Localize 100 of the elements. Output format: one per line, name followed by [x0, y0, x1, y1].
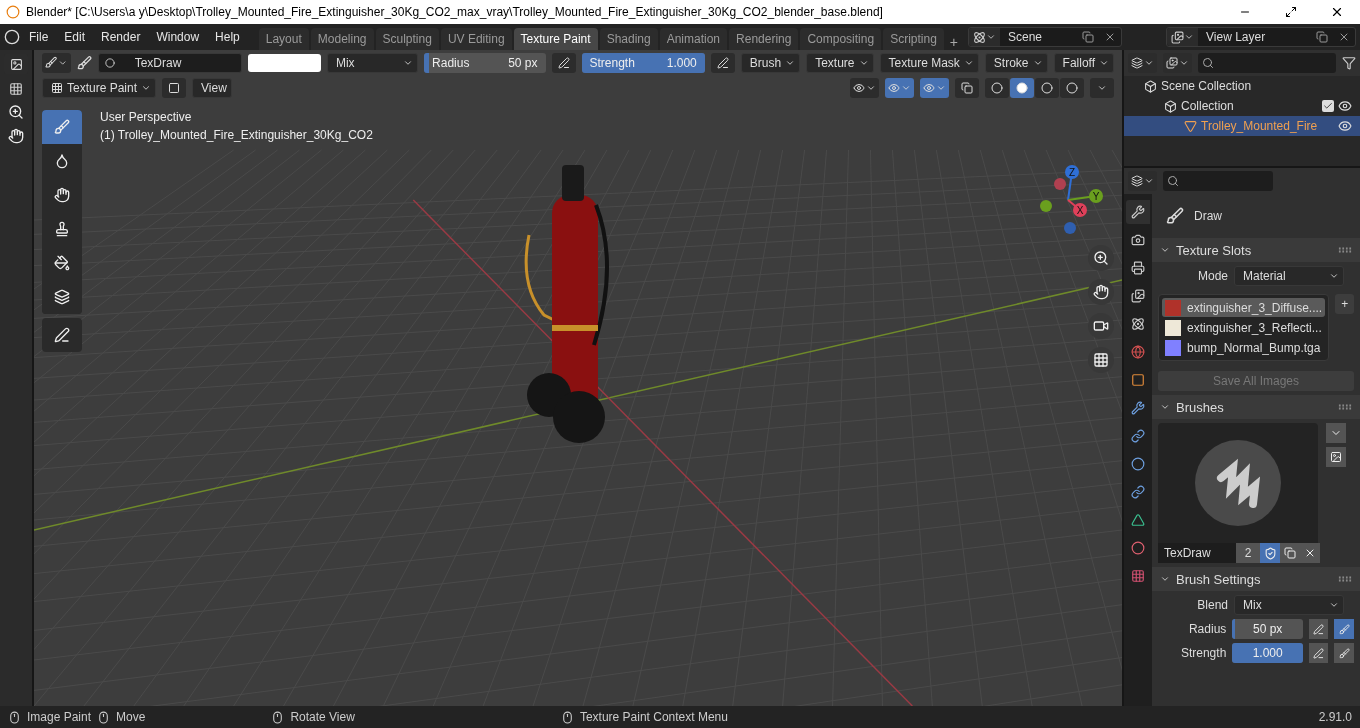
brush-name-field[interactable]: TexDraw — [1158, 543, 1236, 563]
checker-icon[interactable] — [9, 82, 23, 96]
expand-button[interactable] — [1326, 423, 1346, 443]
include-checkbox[interactable] — [1322, 100, 1334, 112]
brush-name-field[interactable]: TexDraw — [97, 52, 242, 73]
camera-view-button[interactable] — [1088, 313, 1114, 339]
menu-item[interactable]: Edit — [57, 30, 93, 44]
view-layer-selector[interactable]: View Layer — [1166, 27, 1356, 47]
mask-toggle-button[interactable] — [162, 77, 186, 98]
unlink-button[interactable] — [1300, 543, 1320, 563]
zoom-button[interactable] — [1088, 245, 1114, 271]
slider-field[interactable]: Strength 1.000 — [581, 52, 705, 73]
unified-setting-button[interactable] — [1334, 619, 1354, 639]
add-workspace-button[interactable]: + — [945, 34, 962, 50]
workspace-tab[interactable]: Animation — [659, 28, 728, 50]
workspace-tab[interactable]: Rendering — [729, 28, 799, 50]
workspace-tab[interactable]: Shading — [599, 28, 658, 50]
shading-mode-button[interactable] — [1035, 77, 1059, 98]
pressure-button[interactable] — [551, 52, 576, 73]
texture-slot[interactable]: extinguisher_3_Reflecti... — [1162, 318, 1326, 337]
add-slot-button[interactable]: + — [1335, 294, 1355, 314]
zoom-icon[interactable] — [8, 104, 24, 120]
panel-header[interactable]: Texture Slots — [1152, 238, 1360, 262]
filter-icon[interactable] — [1342, 56, 1356, 70]
blend-dropdown[interactable]: Mix — [326, 52, 419, 73]
eye-icon — [888, 81, 900, 94]
workspace-tab[interactable]: Sculpting — [375, 28, 439, 50]
color-swatch[interactable] — [247, 53, 321, 72]
editor-type-button[interactable] — [42, 52, 71, 73]
workspace-tab[interactable]: Layout — [258, 28, 309, 50]
unified-setting-button[interactable] — [1334, 643, 1354, 663]
image-button[interactable] — [1326, 447, 1346, 467]
menu-item[interactable]: Window — [149, 30, 207, 44]
header-menu[interactable]: Falloff — [1053, 52, 1114, 73]
status-hint: Texture Paint Context Menu — [579, 710, 728, 724]
pan-hand-icon[interactable] — [8, 128, 24, 144]
search-field[interactable] — [1198, 53, 1336, 73]
shading-mode-button[interactable] — [985, 77, 1009, 98]
xray-button[interactable] — [955, 77, 979, 98]
menu-item[interactable]: Help — [208, 30, 247, 44]
workspace-tab[interactable]: Modeling — [310, 28, 374, 50]
navigation-gizmo[interactable]: Z Y X — [1028, 160, 1108, 240]
grid-view-button[interactable] — [1088, 347, 1114, 373]
close-icon — [1304, 547, 1316, 559]
chevron-down-icon — [1184, 32, 1194, 42]
pressure-button[interactable] — [710, 52, 735, 73]
workspace-tab[interactable]: Compositing — [800, 28, 882, 50]
menu-item[interactable]: File — [22, 30, 56, 44]
menu-item[interactable]: Render — [94, 30, 148, 44]
header-menu[interactable]: Brush — [740, 52, 801, 73]
duplicate-button[interactable] — [1280, 543, 1300, 563]
scene-selector[interactable]: Scene — [968, 27, 1122, 47]
slider-field[interactable]: Radius 50 px — [424, 52, 546, 73]
visibility-eye-icon[interactable] — [1338, 119, 1352, 133]
visibility-eye-icon[interactable] — [1338, 99, 1352, 113]
blend-dropdown[interactable]: Mix — [1234, 595, 1344, 615]
header-menu[interactable]: Stroke — [984, 52, 1048, 73]
properties-tab[interactable] — [1126, 200, 1150, 224]
workspace-tab[interactable]: Texture Paint — [513, 28, 598, 50]
mode-dropdown[interactable]: Material — [1234, 266, 1344, 286]
slider-field[interactable]: 1.000 — [1232, 643, 1303, 663]
panel-header[interactable]: Brushes — [1152, 395, 1360, 419]
pan-button[interactable] — [1088, 279, 1114, 305]
panel-header[interactable]: Brush Settings — [1152, 567, 1360, 591]
outliner-item[interactable]: Scene Collection — [1124, 76, 1360, 96]
search-field[interactable] — [1163, 171, 1273, 191]
wrench-icon — [1131, 401, 1145, 415]
field-label: Strength — [1179, 646, 1227, 660]
tool-button[interactable] — [42, 318, 82, 352]
viewport-toggle-button[interactable] — [885, 77, 914, 98]
viewport-toggle-button[interactable] — [920, 77, 949, 98]
texture-slot[interactable]: bump_Normal_Bump.tga — [1162, 338, 1326, 357]
shading-mode-button[interactable] — [1010, 77, 1034, 98]
hand-icon — [54, 187, 70, 203]
sphere-icon — [1066, 81, 1078, 94]
editor-type-button[interactable] — [1128, 171, 1157, 191]
brush-icon — [1166, 207, 1184, 225]
view-menu[interactable]: View — [192, 77, 232, 98]
viewport-toggle-button[interactable] — [850, 77, 879, 98]
workspace-tab[interactable]: Scripting — [883, 28, 944, 50]
header-menu[interactable]: Texture Mask — [879, 52, 979, 73]
grid-icon — [1131, 569, 1145, 583]
view-perspective-label: User Perspective — [100, 110, 193, 124]
workspace-tab[interactable]: UV Editing — [440, 28, 512, 50]
outliner-item[interactable]: Collection — [1124, 96, 1360, 116]
slider-field[interactable]: 50 px — [1232, 619, 1303, 639]
header-menu[interactable]: Texture — [806, 52, 874, 73]
texture-slot[interactable]: extinguisher_3_Diffuse.... — [1162, 298, 1326, 317]
filter-mode-button[interactable] — [1163, 53, 1192, 73]
atom-icon — [1131, 317, 1145, 331]
square-icon — [168, 81, 180, 94]
display-mode-button[interactable] — [1128, 53, 1157, 73]
pressure-button[interactable] — [1308, 643, 1329, 663]
zoom-icon — [1093, 250, 1109, 266]
shading-mode-button[interactable] — [1060, 77, 1084, 98]
camera-icon — [1131, 233, 1145, 247]
fake-user-button[interactable] — [1260, 543, 1280, 563]
pressure-button[interactable] — [1308, 619, 1329, 639]
mode-dropdown[interactable]: Texture Paint — [42, 77, 156, 98]
outliner-item[interactable]: Trolley_Mounted_Fire — [1124, 116, 1360, 136]
